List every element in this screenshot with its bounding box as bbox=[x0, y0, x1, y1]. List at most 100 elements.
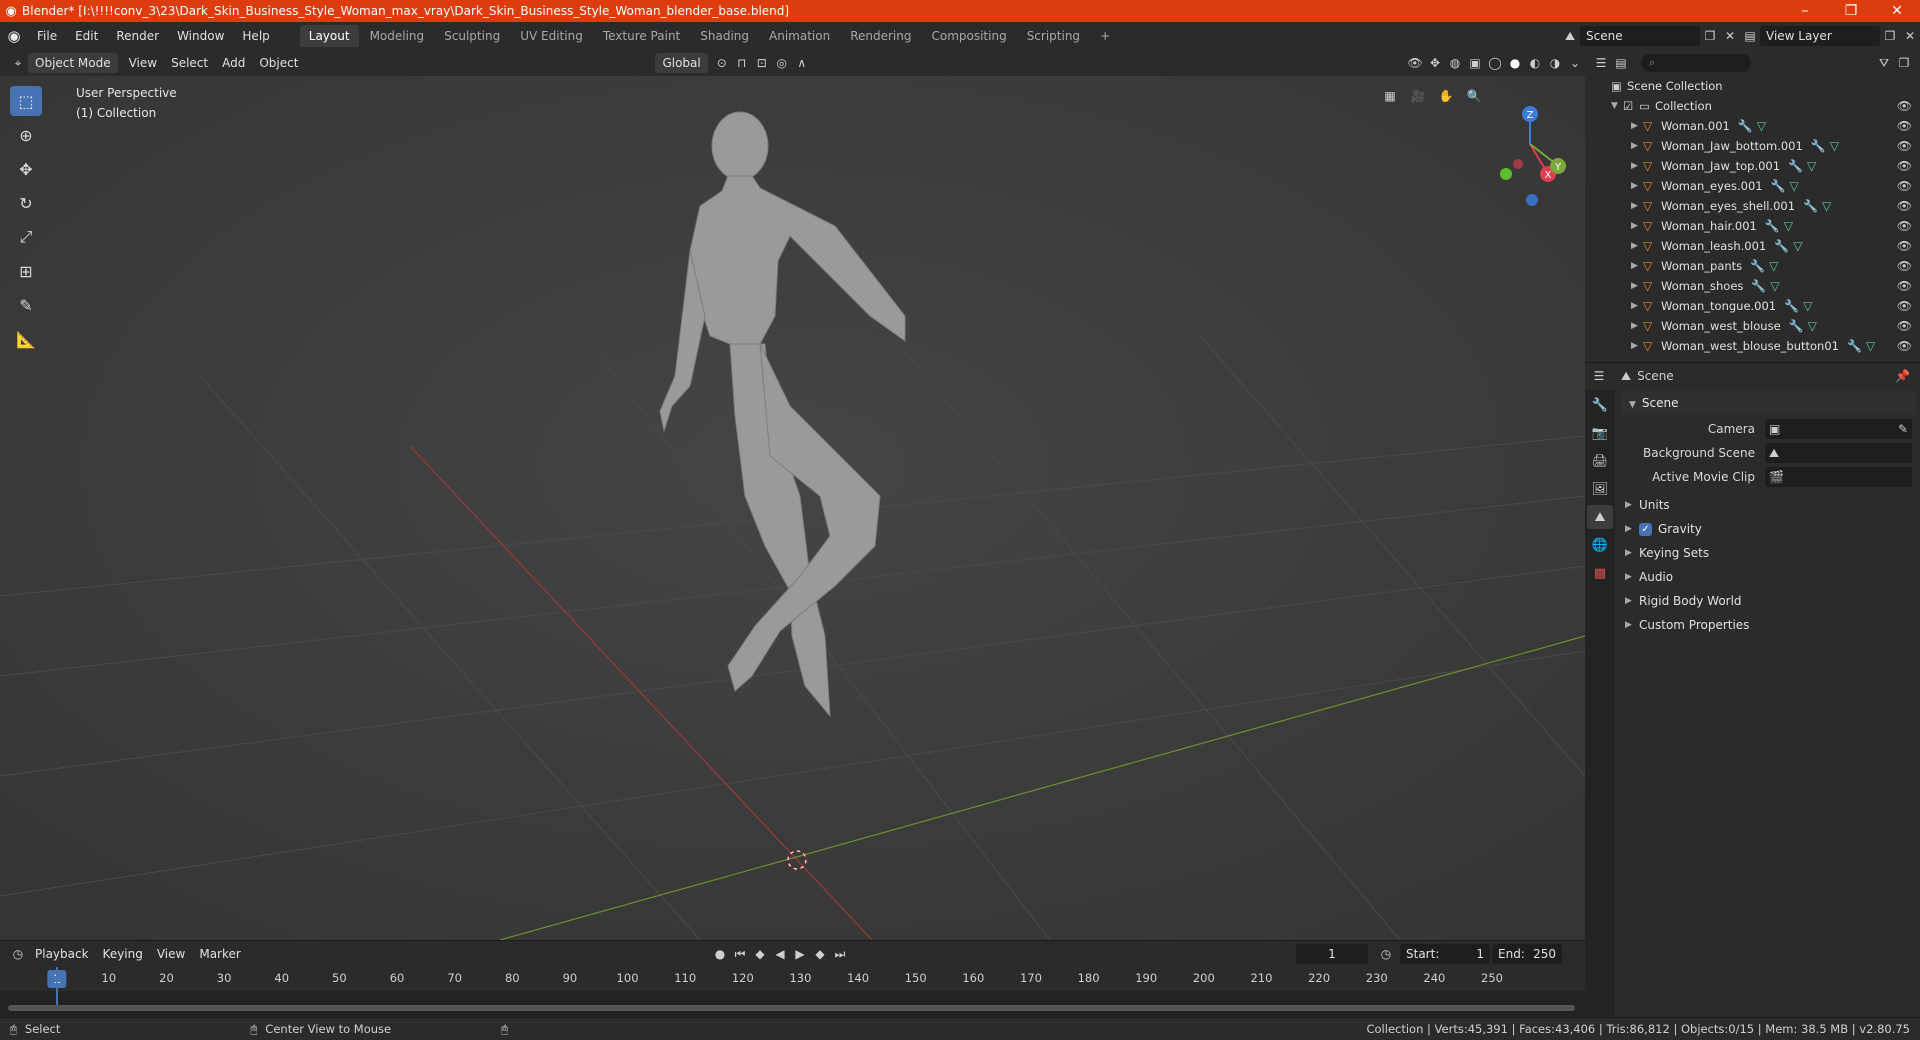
mesh-data-icon[interactable]: ▽ bbox=[1803, 299, 1812, 313]
eye-icon[interactable]: 👁 bbox=[1897, 239, 1912, 253]
xray-toggle-icon[interactable]: ▣ bbox=[1465, 53, 1485, 73]
expand-arrow-icon[interactable]: ▶ bbox=[1631, 281, 1643, 291]
tab-uv-editing[interactable]: UV Editing bbox=[511, 25, 592, 47]
menu-timeline-view[interactable]: View bbox=[150, 947, 192, 961]
modifier-icon[interactable]: 🔧 bbox=[1738, 119, 1753, 133]
outliner-object-row[interactable]: ▶ ▽ Woman_Jaw_top.001 🔧 ▽ 👁 bbox=[1585, 156, 1920, 176]
menu-edit[interactable]: Edit bbox=[66, 22, 107, 50]
outliner-object-row[interactable]: ▶ ▽ Woman_eyes.001 🔧 ▽ 👁 bbox=[1585, 176, 1920, 196]
menu-file[interactable]: File bbox=[28, 22, 66, 50]
tab-rendering[interactable]: Rendering bbox=[841, 25, 920, 47]
view-layer-tab-icon[interactable]: 🖼 bbox=[1587, 477, 1613, 501]
menu-help[interactable]: Help bbox=[233, 22, 278, 50]
material-shading-icon[interactable]: ◐ bbox=[1525, 53, 1545, 73]
gravity-panel[interactable]: ▶ ✓ Gravity bbox=[1617, 517, 1920, 541]
tab-compositing[interactable]: Compositing bbox=[922, 25, 1015, 47]
pin-icon[interactable]: 📌 bbox=[1895, 369, 1910, 383]
annotate-tool-icon[interactable]: ✎ bbox=[10, 290, 42, 320]
visibility-icon[interactable]: 👁 bbox=[1405, 53, 1425, 73]
move-tool-icon[interactable]: ✥ bbox=[10, 154, 42, 184]
gravity-checkbox[interactable]: ✓ bbox=[1639, 522, 1652, 536]
zoom-icon[interactable]: 🔍 bbox=[1464, 86, 1484, 106]
wireframe-shading-icon[interactable]: ◯ bbox=[1485, 53, 1505, 73]
modifier-icon[interactable]: 🔧 bbox=[1789, 319, 1804, 333]
outliner-object-row[interactable]: ▶ ▽ Woman_tongue.001 🔧 ▽ 👁 bbox=[1585, 296, 1920, 316]
delete-scene-icon[interactable]: ✕ bbox=[1720, 26, 1740, 46]
menu-select[interactable]: Select bbox=[164, 56, 215, 70]
jump-start-icon[interactable]: ⏮ bbox=[730, 944, 750, 964]
menu-marker[interactable]: Marker bbox=[192, 947, 247, 961]
view-layer-selector[interactable]: View Layer bbox=[1760, 26, 1880, 46]
mesh-data-icon[interactable]: ▽ bbox=[1830, 139, 1839, 153]
shading-options-icon[interactable]: ⌄ bbox=[1565, 53, 1585, 73]
keying-sets-panel[interactable]: ▶ Keying Sets bbox=[1617, 541, 1920, 565]
mode-selector[interactable]: Object Mode bbox=[28, 53, 118, 73]
expand-arrow-icon[interactable]: ▶ bbox=[1631, 221, 1643, 231]
play-reverse-icon[interactable]: ◀ bbox=[770, 944, 790, 964]
outliner-object-row[interactable]: ▶ ▽ Woman_west_blouse_button01 🔧 ▽ 👁 bbox=[1585, 336, 1920, 356]
rotate-tool-icon[interactable]: ↻ bbox=[10, 188, 42, 218]
eye-icon[interactable]: 👁 bbox=[1897, 279, 1912, 293]
scene-selector[interactable]: Scene bbox=[1580, 26, 1700, 46]
pan-hand-icon[interactable]: ✋ bbox=[1436, 86, 1456, 106]
proportional-edit-icon[interactable]: ◎ bbox=[772, 53, 792, 73]
scene-collection-row[interactable]: ▣ Scene Collection bbox=[1585, 76, 1920, 96]
next-keyframe-icon[interactable]: ◆ bbox=[810, 944, 830, 964]
falloff-icon[interactable]: ∧ bbox=[792, 53, 812, 73]
audio-panel[interactable]: ▶ Audio bbox=[1617, 565, 1920, 589]
end-frame-field[interactable]: End: 250 bbox=[1492, 944, 1562, 964]
rendered-shading-icon[interactable]: ◑ bbox=[1545, 53, 1565, 73]
add-workspace-button[interactable]: + bbox=[1091, 25, 1119, 47]
transform-orientation-selector[interactable]: Global bbox=[655, 53, 708, 73]
eye-icon[interactable]: 👁 bbox=[1897, 119, 1912, 133]
eye-icon[interactable]: 👁 bbox=[1897, 199, 1912, 213]
snap-target-icon[interactable]: ⊡ bbox=[752, 53, 772, 73]
menu-view[interactable]: View bbox=[122, 56, 164, 70]
cursor-tool-icon[interactable]: ⊕ bbox=[10, 120, 42, 150]
menu-window[interactable]: Window bbox=[168, 22, 233, 50]
modifier-icon[interactable]: 🔧 bbox=[1750, 259, 1765, 273]
expand-arrow-icon[interactable]: ▶ bbox=[1631, 261, 1643, 271]
mesh-data-icon[interactable]: ▽ bbox=[1784, 219, 1793, 233]
tab-animation[interactable]: Animation bbox=[760, 25, 839, 47]
camera-field[interactable]: ▣ ✎ bbox=[1765, 419, 1912, 439]
modifier-icon[interactable]: 🔧 bbox=[1847, 339, 1862, 353]
blender-menu-icon[interactable]: ◉ bbox=[0, 27, 28, 45]
current-frame-field[interactable]: 1 bbox=[1296, 944, 1368, 964]
modifier-icon[interactable]: 🔧 bbox=[1803, 199, 1818, 213]
eye-icon[interactable]: 👁 bbox=[1897, 219, 1912, 233]
modifier-icon[interactable]: 🔧 bbox=[1811, 139, 1826, 153]
tab-layout[interactable]: Layout bbox=[299, 25, 359, 47]
record-icon[interactable]: ● bbox=[710, 944, 730, 964]
expand-arrow-icon[interactable]: ▶ bbox=[1631, 121, 1643, 131]
outliner-object-row[interactable]: ▶ ▽ Woman_hair.001 🔧 ▽ 👁 bbox=[1585, 216, 1920, 236]
close-button[interactable]: ✕ bbox=[1874, 0, 1920, 22]
expand-arrow-icon[interactable]: ▶ bbox=[1631, 321, 1643, 331]
pivot-point-icon[interactable]: ⊙ bbox=[712, 53, 732, 73]
solid-shading-icon[interactable]: ● bbox=[1505, 53, 1525, 73]
expand-arrow-icon[interactable]: ▶ bbox=[1631, 201, 1643, 211]
world-tab-icon[interactable]: 🌐 bbox=[1587, 533, 1613, 557]
tab-scripting[interactable]: Scripting bbox=[1018, 25, 1089, 47]
tool-tab-icon[interactable]: 🔧 bbox=[1587, 393, 1613, 417]
modifier-icon[interactable]: 🔧 bbox=[1774, 239, 1789, 253]
outliner-object-row[interactable]: ▶ ▽ Woman_leash.001 🔧 ▽ 👁 bbox=[1585, 236, 1920, 256]
expand-arrow-icon[interactable]: ▶ bbox=[1631, 181, 1643, 191]
expand-arrow-icon[interactable]: ▶ bbox=[1631, 161, 1643, 171]
menu-keying[interactable]: Keying bbox=[96, 947, 150, 961]
mesh-data-icon[interactable]: ▽ bbox=[1808, 319, 1817, 333]
eye-icon[interactable]: 👁 bbox=[1897, 159, 1912, 173]
select-box-tool-icon[interactable]: ⬚ bbox=[10, 86, 42, 116]
mesh-data-icon[interactable]: ▽ bbox=[1769, 259, 1778, 273]
play-icon[interactable]: ▶ bbox=[790, 944, 810, 964]
menu-render[interactable]: Render bbox=[107, 22, 168, 50]
expand-arrow-icon[interactable]: ▶ bbox=[1631, 141, 1643, 151]
menu-playback[interactable]: Playback bbox=[28, 947, 96, 961]
overlay-toggle-icon[interactable]: ◍ bbox=[1445, 53, 1465, 73]
gizmo-toggle-icon[interactable]: ✥ bbox=[1425, 53, 1445, 73]
mesh-data-icon[interactable]: ▽ bbox=[1866, 339, 1875, 353]
start-frame-field[interactable]: Start: 1 bbox=[1400, 944, 1490, 964]
mesh-data-icon[interactable]: ▽ bbox=[1807, 159, 1816, 173]
minimize-button[interactable]: – bbox=[1782, 0, 1828, 22]
menu-add[interactable]: Add bbox=[215, 56, 252, 70]
